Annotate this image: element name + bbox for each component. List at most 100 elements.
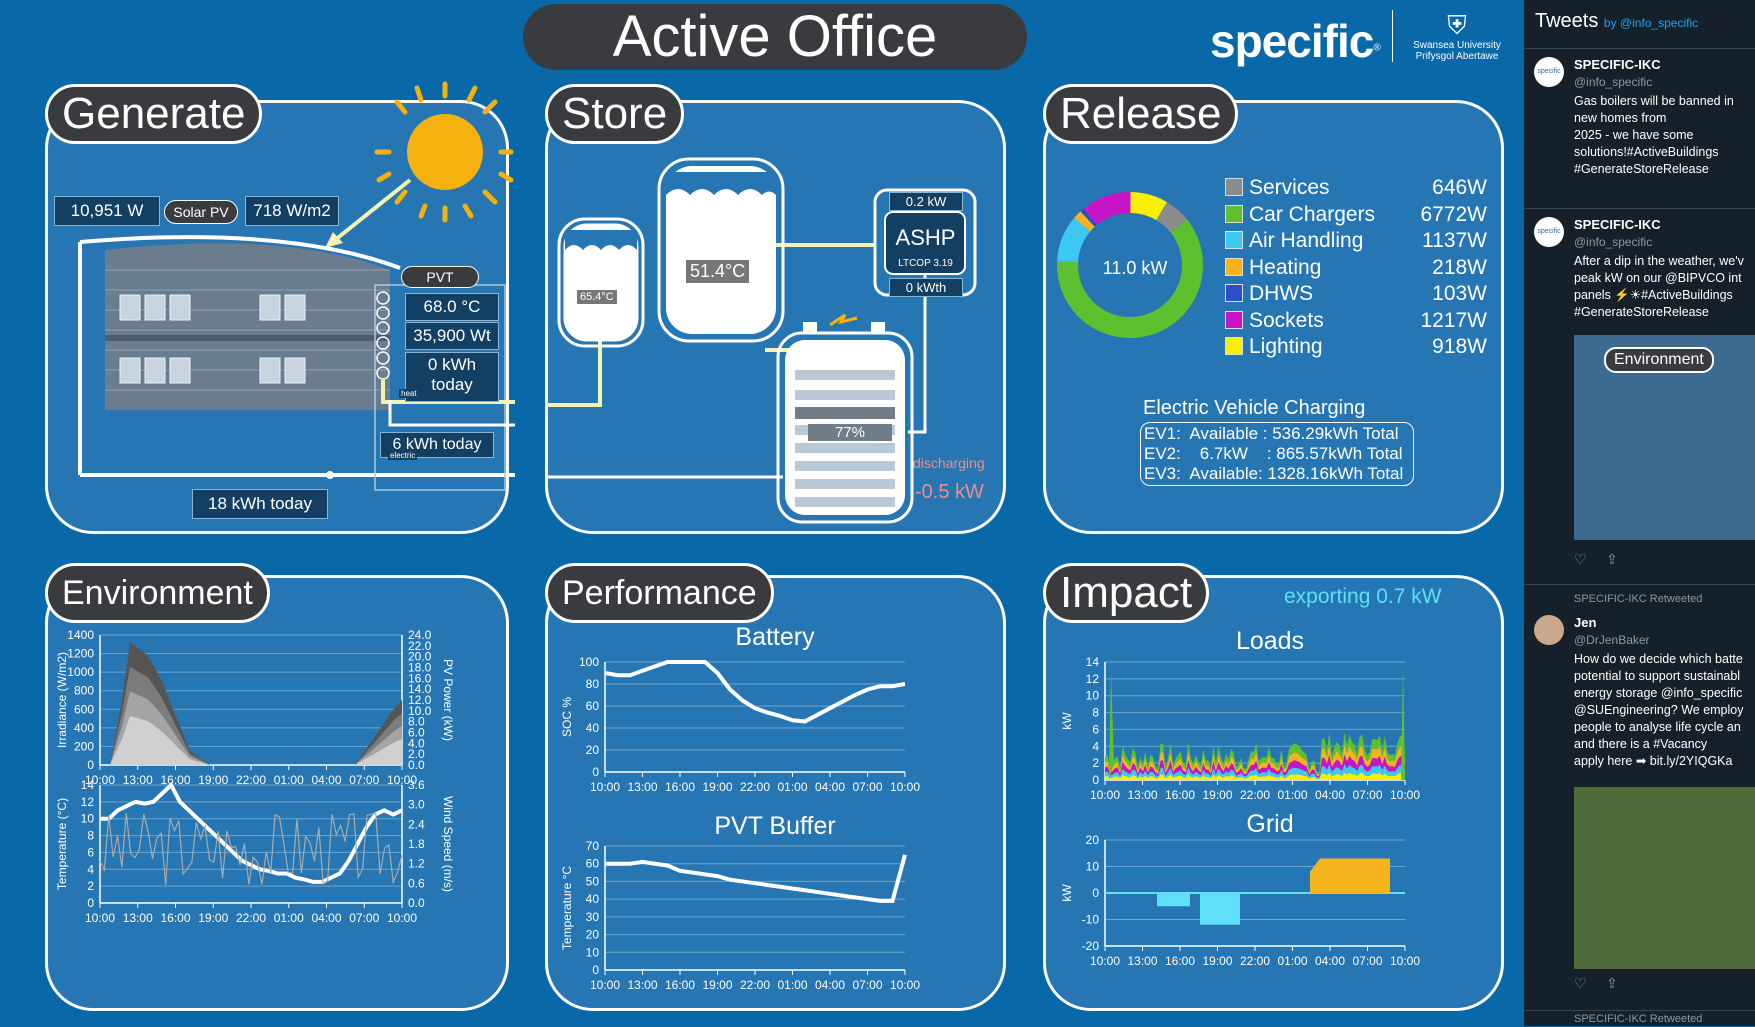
grid-import-area bbox=[1200, 893, 1240, 925]
university-logo: ⛨ Swansea University Prifysgol Abertawe bbox=[1392, 10, 1513, 62]
tweet[interactable]: SPECIFIC-IKC Retweeted Jen @DrJenBaker H… bbox=[1524, 584, 1755, 995]
y-tick-label: 0 bbox=[592, 963, 599, 977]
legend-item: Lighting 918W bbox=[1225, 335, 1495, 361]
performance-charts: 10080604020010:00 13:00 16:00 19:00 22:00 01:… bbox=[560, 655, 920, 992]
tweets-heading: Tweets by @info_specific bbox=[1535, 10, 1699, 32]
y-tick-label: 80 bbox=[586, 677, 600, 691]
tweet-author[interactable]: Jen bbox=[1574, 615, 1596, 630]
avatar[interactable]: specific bbox=[1534, 57, 1564, 87]
tweet-author[interactable]: SPECIFIC-IKC bbox=[1574, 57, 1661, 72]
x-tick-label: 19:00 bbox=[198, 911, 228, 925]
x-tick-label: 22:00 bbox=[740, 978, 770, 992]
x-tick-label: 01:00 bbox=[274, 911, 304, 925]
x-tick-label: 01:00 bbox=[1277, 788, 1307, 802]
avatar[interactable] bbox=[1534, 615, 1564, 645]
solar-power-readout: 10,951 W bbox=[54, 196, 160, 226]
environment-charts: 140012001000800600400200010:00 13:00 16:00… bbox=[55, 630, 455, 925]
x-tick-label: 16:00 bbox=[1165, 954, 1195, 968]
y2-tick-label: 1.8 bbox=[408, 837, 425, 851]
tweet[interactable]: SPECIFIC-IKC Retweeted bbox=[1524, 1010, 1755, 1027]
legend-swatch bbox=[1225, 310, 1243, 329]
tweet-image[interactable]: Environment bbox=[1574, 335, 1755, 540]
x-tick-label: 01:00 bbox=[777, 978, 807, 992]
y-axis-label: Temperature °C bbox=[560, 866, 574, 950]
y-tick-label: 1400 bbox=[67, 630, 94, 642]
small-tank-temp: 65.4°C bbox=[577, 290, 617, 304]
grid-import-area bbox=[1157, 893, 1190, 907]
x-tick-label: 13:00 bbox=[627, 780, 657, 794]
legend-label: Services bbox=[1249, 176, 1330, 199]
avatar[interactable]: specific bbox=[1534, 217, 1564, 247]
x-tick-label: 16:00 bbox=[665, 978, 695, 992]
y-tick-label: -20 bbox=[1082, 939, 1100, 953]
page-title: Active Office bbox=[523, 4, 1027, 70]
y-tick-label: 50 bbox=[586, 874, 600, 888]
tweet-image[interactable] bbox=[1574, 787, 1755, 969]
tweet[interactable]: specific SPECIFIC-IKC @info_specific Gas… bbox=[1524, 48, 1755, 201]
y2-tick-label: 3.6 bbox=[408, 778, 425, 792]
brand-mark: ® bbox=[1373, 42, 1381, 54]
tweet-handle[interactable]: @info_specific bbox=[1574, 75, 1652, 89]
data-line bbox=[605, 854, 907, 903]
x-tick-label: 16:00 bbox=[160, 911, 190, 925]
x-tick-label: 10:00 bbox=[85, 911, 115, 925]
x-tick-label: 04:00 bbox=[1315, 788, 1345, 802]
ev-row: EV2: 6.7kW : 865.57kWh Total bbox=[1144, 444, 1403, 463]
heat-tag: heat bbox=[399, 389, 419, 398]
y-tick-label: 8 bbox=[87, 829, 94, 843]
load-spike bbox=[1401, 666, 1405, 780]
retweet-label: SPECIFIC-IKC Retweeted bbox=[1574, 1013, 1703, 1025]
tweet-handle[interactable]: @info_specific bbox=[1574, 235, 1652, 249]
legend-label: Air Handling bbox=[1249, 229, 1364, 252]
pvt-temperature: 68.0 °C bbox=[405, 293, 499, 321]
tweet-author[interactable]: SPECIFIC-IKC bbox=[1574, 217, 1661, 232]
legend-item: Services 646W bbox=[1225, 176, 1495, 202]
x-tick-label: 13:00 bbox=[1127, 954, 1157, 968]
specific-logo: specific® bbox=[1210, 14, 1381, 68]
sun-icon bbox=[374, 81, 514, 223]
tweet-handle[interactable]: @DrJenBaker bbox=[1574, 633, 1650, 647]
x-tick-label: 10:00 bbox=[590, 978, 620, 992]
tweet-text: After a dip in the weather, we'v peak kW… bbox=[1574, 254, 1744, 319]
y-axis-label: kW bbox=[1060, 712, 1074, 730]
x-tick-label: 01:00 bbox=[1277, 954, 1307, 968]
tweet-image-label: Environment bbox=[1604, 347, 1714, 373]
x-tick-label: 07:00 bbox=[1352, 954, 1382, 968]
legend-item: Car Chargers 6772W bbox=[1225, 203, 1495, 229]
legend-value: 918W bbox=[1432, 335, 1487, 358]
legend-swatch bbox=[1225, 337, 1243, 355]
data-line bbox=[604, 660, 906, 724]
x-tick-label: 10:00 bbox=[890, 780, 920, 794]
x-tick-label: 13:00 bbox=[123, 911, 153, 925]
x-tick-label: 07:00 bbox=[852, 978, 882, 992]
y-tick-label: 1200 bbox=[67, 647, 94, 661]
y-tick-label: 600 bbox=[74, 702, 94, 716]
y-axis-label: Irradiance (W/m2) bbox=[55, 652, 69, 748]
y-tick-label: 14 bbox=[1086, 655, 1100, 669]
x-tick-label: 19:00 bbox=[702, 780, 732, 794]
like-icon[interactable]: ♡ ⇪ bbox=[1574, 551, 1618, 568]
y-tick-label: 800 bbox=[74, 684, 94, 698]
ev-row: EV1: Available : 536.29kWh Total bbox=[1144, 424, 1399, 443]
legend-swatch bbox=[1225, 284, 1243, 302]
y-tick-label: 6 bbox=[87, 845, 94, 859]
y-tick-label: 40 bbox=[586, 892, 600, 906]
x-tick-label: 19:00 bbox=[1202, 954, 1232, 968]
y2-axis-label: PV Power (kW) bbox=[441, 659, 455, 741]
x-tick-label: 07:00 bbox=[852, 780, 882, 794]
legend-label: Car Chargers bbox=[1249, 202, 1376, 226]
release-total: 11.0 kW bbox=[1102, 258, 1168, 278]
y-tick-label: 4 bbox=[87, 862, 94, 876]
legend-value: 218W bbox=[1432, 255, 1487, 279]
grid-export-area bbox=[1310, 858, 1390, 893]
ashp-cop: LTCOP 3.19 bbox=[898, 258, 953, 269]
x-tick-label: 10:00 bbox=[890, 978, 920, 992]
y-tick-label: 0 bbox=[87, 758, 94, 772]
x-tick-label: 19:00 bbox=[1202, 788, 1232, 802]
y-tick-label: 10 bbox=[586, 945, 600, 959]
exporting-status: exporting 0.7 kW bbox=[1284, 585, 1442, 608]
like-icon[interactable]: ♡ ⇪ bbox=[1574, 975, 1618, 992]
tweet[interactable]: specific SPECIFIC-IKC @info_specific Aft… bbox=[1524, 208, 1755, 577]
x-tick-label: 22:00 bbox=[740, 780, 770, 794]
y-tick-label: 200 bbox=[74, 739, 94, 753]
